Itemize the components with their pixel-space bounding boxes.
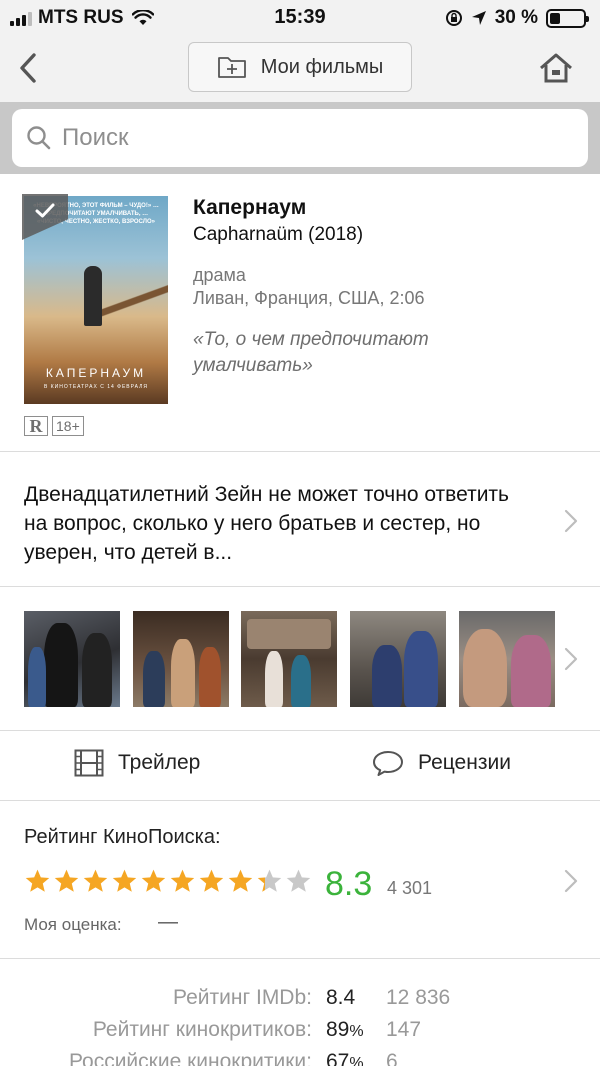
home-button[interactable] [536, 48, 576, 88]
star-icon [257, 869, 282, 892]
original-title: Capharnaüm (2018) [193, 224, 364, 245]
my-films-label: Мои фильмы [260, 55, 384, 78]
chevron-right-icon [564, 647, 578, 671]
rating-row-count: 12 836 [386, 986, 451, 1009]
still-thumbnail[interactable] [350, 611, 446, 707]
star-icon [83, 869, 108, 892]
countries-duration: Ливан, Франция, США, 2:06 [193, 288, 425, 308]
rating-row-count: 6 [386, 1050, 398, 1066]
star-icon [54, 869, 79, 892]
age-limit-badge: 18+ [52, 416, 84, 436]
poster-subtitle: В КИНОТЕАТРАХ С 14 ФЕВРАЛЯ [44, 384, 148, 390]
status-right: 30 % [445, 7, 589, 29]
search-box[interactable] [12, 109, 588, 167]
description-section[interactable]: Двенадцатилетний Зейн не может точно отв… [0, 453, 600, 587]
reviews-button[interactable]: Рецензии [372, 749, 511, 777]
star-icon [228, 869, 253, 892]
battery-percent: 30 % [494, 7, 538, 28]
star-icon [286, 869, 311, 892]
movie-genre: драма [193, 265, 246, 285]
rating-row-label: Рейтинг кинокритиков: [92, 1018, 312, 1041]
navigation-bar: Мои фильмы [0, 36, 600, 102]
my-rating-label: Моя оценка: [24, 915, 122, 934]
reviews-label: Рецензии [418, 751, 511, 774]
kinopoisk-rating-label: Рейтинг КиноПоиска: [24, 826, 221, 848]
back-button[interactable] [10, 50, 46, 86]
film-strip-icon [74, 749, 104, 777]
home-icon [540, 53, 572, 83]
my-films-button[interactable]: Мои фильмы [188, 42, 412, 92]
chevron-right-icon [564, 869, 578, 893]
still-thumbnail[interactable] [24, 611, 120, 707]
search-area [0, 102, 600, 174]
back-chevron-icon [20, 53, 36, 83]
mpaa-rating-badge: R [24, 416, 48, 436]
still-thumbnail[interactable] [459, 611, 555, 707]
age-rating-badges: R 18+ [24, 416, 84, 436]
rating-stars [24, 868, 312, 893]
speech-bubble-icon [373, 751, 403, 776]
stills-section[interactable] [0, 587, 600, 731]
star-icon [25, 869, 50, 892]
poster-title: КАПЕРНАУМ [45, 366, 147, 380]
imdb-rating-row: Рейтинг IMDb: 8.4 12 836 [0, 986, 600, 1018]
kinopoisk-score: 8.3 [325, 865, 373, 903]
add-to-folder-icon [217, 57, 246, 78]
battery-icon [546, 8, 589, 28]
my-rating-value[interactable]: — [158, 911, 178, 934]
rating-row-value: 8.4 [326, 986, 356, 1009]
star-icon [170, 869, 195, 892]
description-text: Двенадцатилетний Зейн не может точно отв… [24, 483, 509, 564]
star-icon [112, 869, 137, 892]
kinopoisk-rating-section[interactable]: Рейтинг КиноПоиска: 8.3 4 301 Моя оценка… [0, 801, 600, 959]
checkmark-icon [35, 203, 55, 218]
rating-row-count: 147 [386, 1018, 422, 1041]
search-icon [27, 126, 51, 150]
rating-row-label: Рейтинг IMDb: [173, 986, 312, 1009]
trailer-label: Трейлер [118, 751, 201, 774]
actions-bar: Трейлер Рецензии [0, 731, 600, 801]
movie-header: «НЕВЕРОЯТНО, ЭТОТ ФИЛЬМ – ЧУДО!» … ПРЕДП… [0, 174, 600, 452]
chevron-right-icon [564, 509, 578, 533]
search-input[interactable] [62, 124, 562, 152]
still-thumbnail[interactable] [133, 611, 229, 707]
poster-figure [84, 266, 102, 326]
movie-tagline: «То, о чем предпочитают умалчивать» [193, 329, 429, 376]
star-icon [141, 869, 166, 892]
rating-row-value: 67% [326, 1050, 364, 1066]
other-ratings-section: Рейтинг IMDb: 8.4 12 836 Рейтинг кинокри… [0, 960, 600, 1066]
critics-rating-row: Рейтинг кинокритиков: 89% 147 [0, 1018, 600, 1050]
movie-title: Капернаум [193, 196, 307, 219]
trailer-button[interactable]: Трейлер [74, 749, 200, 777]
kinopoisk-votes: 4 301 [387, 878, 433, 898]
rating-row-label: Российские кинокритики: [68, 1050, 312, 1066]
location-icon [471, 11, 486, 25]
still-thumbnail[interactable] [241, 611, 337, 707]
rotation-lock-icon [445, 10, 462, 26]
rating-row-value: 89% [326, 1018, 364, 1041]
status-bar: MTS RUS 15:39 30 % [0, 0, 600, 36]
battery-fill [550, 12, 560, 24]
russian-critics-rating-row: Российские кинокритики: 67% 6 [0, 1050, 600, 1066]
star-icon [199, 869, 224, 892]
